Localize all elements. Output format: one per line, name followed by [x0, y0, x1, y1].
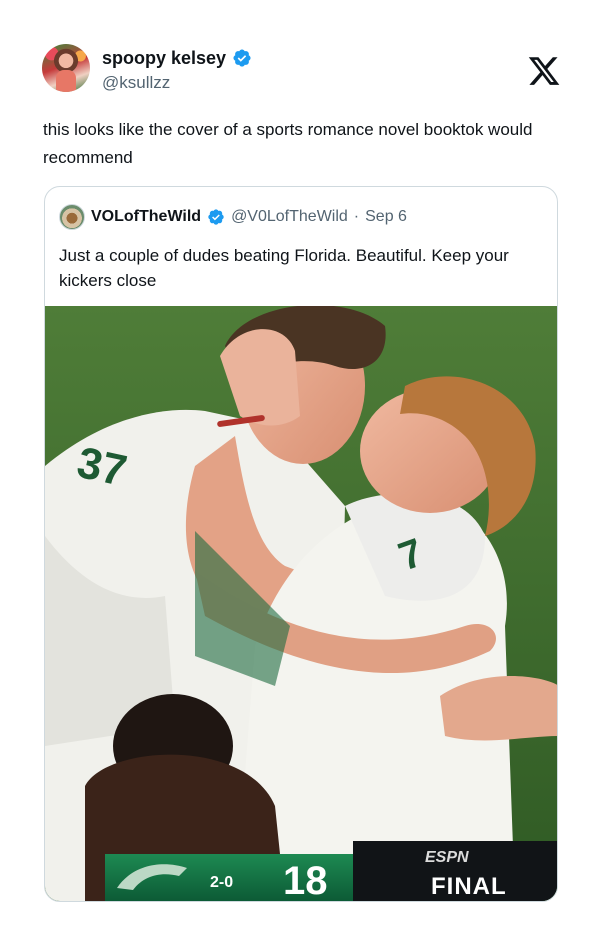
quoted-handle[interactable]: @V0LofTheWild	[231, 208, 348, 226]
author-display-name-row[interactable]: spoopy kelsey	[102, 47, 252, 69]
quoted-display-name[interactable]: VOLofTheWild	[91, 208, 201, 226]
x-logo-icon[interactable]	[526, 54, 562, 88]
quoted-tweet-text: Just a couple of dudes beating Florida. …	[59, 246, 509, 290]
scoreboard-score: 18	[283, 859, 328, 902]
quoted-date[interactable]: Sep 6	[365, 208, 407, 226]
tweet-header: spoopy kelsey @ksullzz	[42, 44, 562, 96]
scoreboard-status: FINAL	[431, 873, 507, 900]
quoted-tweet[interactable]: VOLofTheWild @V0LofTheWild · Sep 6 Just …	[44, 186, 558, 902]
tweet-card: spoopy kelsey @ksullzz this looks like t…	[0, 0, 598, 928]
scoreboard-record: 2-0	[210, 874, 233, 891]
jersey-number-37: 37	[73, 438, 131, 496]
verified-badge-icon	[233, 49, 251, 67]
espn-logo: ESPN	[425, 849, 469, 866]
football-players-photo: 37 7 2-0 18 ESPN FINAL	[45, 306, 557, 902]
quoted-tweet-header: VOLofTheWild @V0LofTheWild · Sep 6	[59, 203, 407, 231]
quoted-tweet-image[interactable]: 37 7 2-0 18 ESPN FINAL	[45, 306, 557, 902]
verified-badge-icon	[208, 209, 224, 225]
author-names: spoopy kelsey @ksullzz	[102, 47, 252, 94]
author-handle[interactable]: @ksullzz	[102, 72, 252, 94]
quoted-avatar[interactable]	[59, 204, 85, 230]
avatar[interactable]	[42, 44, 90, 92]
author-display-name[interactable]: spoopy kelsey	[102, 47, 226, 69]
quoted-separator: ·	[353, 208, 360, 225]
tweet-text: this looks like the cover of a sports ro…	[43, 120, 533, 167]
